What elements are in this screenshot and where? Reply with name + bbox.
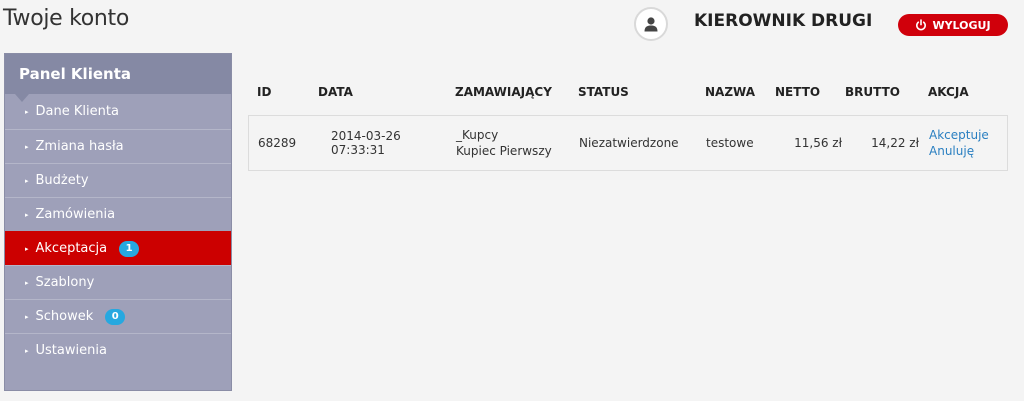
power-icon [916,19,927,31]
column-header-status: STATUS [578,85,629,99]
cell-nazwa: testowe [706,136,754,150]
count-badge: 0 [105,308,126,325]
column-header-brutto: BRUTTO [845,85,900,99]
column-header-data: DATA [318,85,353,99]
page-title: Twoje konto [3,6,130,31]
sidebar-item-label: Schowek [35,309,94,324]
sidebar-item-label: Zamówienia [35,207,116,222]
sidebar-item-akceptacja[interactable]: ▸ Akceptacja 1 [5,231,231,265]
orderer-name: Kupiec Pierwszy [456,144,552,158]
count-badge: 1 [119,240,140,257]
sidebar-item-szablony[interactable]: ▸ Szablony [5,265,231,299]
sidebar-menu: ▸ Dane Klienta ▸ Zmiana hasła ▸ Budżety … [5,94,231,367]
cell-id: 68289 [258,136,297,150]
chevron-right-icon: ▸ [25,346,29,355]
sidebar-item-label: Dane Klienta [35,104,119,119]
chevron-right-icon: ▸ [25,278,29,287]
column-header-zamawiajacy: ZAMAWIAJĄCY [455,85,552,99]
sidebar-item-label: Zmiana hasła [35,139,124,154]
orderer-group: _Kupcy [456,128,499,142]
sidebar-item-label: Ustawienia [35,343,107,358]
chevron-right-icon: ▸ [25,176,29,185]
cell-brutto: 14,22 zł [871,136,919,150]
accept-link[interactable]: Akceptuje [929,127,1007,143]
column-header-netto: NETTO [775,85,821,99]
chevron-right-icon: ▸ [25,244,29,253]
logout-label: WYLOGUJ [932,18,991,32]
sidebar: Panel Klienta ▸ Dane Klienta ▸ Zmiana ha… [4,53,232,391]
logout-button[interactable]: WYLOGUJ [898,14,1008,36]
cancel-link[interactable]: Anuluję [929,143,1007,159]
column-header-id: ID [257,85,272,99]
cell-netto: 11,56 zł [794,136,842,150]
sidebar-item-label: Szablony [35,275,95,290]
sidebar-item-schowek[interactable]: ▸ Schowek 0 [5,299,231,333]
chevron-right-icon: ▸ [25,312,29,321]
table-row: 68289 2014-03-26 07:33:31 _Kupcy Kupiec … [248,115,1008,171]
chevron-right-icon: ▸ [25,210,29,219]
sidebar-item-label: Budżety [35,173,89,188]
sidebar-item-label: Akceptacja [35,241,108,256]
orders-table: ID DATA ZAMAWIAJĄCY STATUS NAZWA NETTO B… [248,78,1008,171]
column-header-akcja: AKCJA [928,85,969,99]
sidebar-title: Panel Klienta [5,54,231,102]
table-header: ID DATA ZAMAWIAJĄCY STATUS NAZWA NETTO B… [248,78,1008,106]
sidebar-item-ustawienia[interactable]: ▸ Ustawienia [5,333,231,367]
user-icon [644,17,658,32]
chevron-right-icon: ▸ [25,142,29,151]
cell-akcja: Akceptuje Anuluję [923,127,1007,159]
cell-data: 2014-03-26 07:33:31 [331,129,401,157]
user-name: KIEROWNIK DRUGI [694,11,873,31]
sidebar-item-zmiana-hasla[interactable]: ▸ Zmiana hasła [5,129,231,163]
chevron-right-icon: ▸ [25,107,29,116]
cell-status: Niezatwierdzone [579,136,679,150]
avatar[interactable] [634,7,668,41]
sidebar-item-dane-klienta[interactable]: ▸ Dane Klienta [5,94,231,129]
column-header-nazwa: NAZWA [705,85,756,99]
sidebar-item-zamowienia[interactable]: ▸ Zamówienia [5,197,231,231]
sidebar-item-budzety[interactable]: ▸ Budżety [5,163,231,197]
cell-zamawiajacy: _Kupcy Kupiec Pierwszy [456,127,579,159]
